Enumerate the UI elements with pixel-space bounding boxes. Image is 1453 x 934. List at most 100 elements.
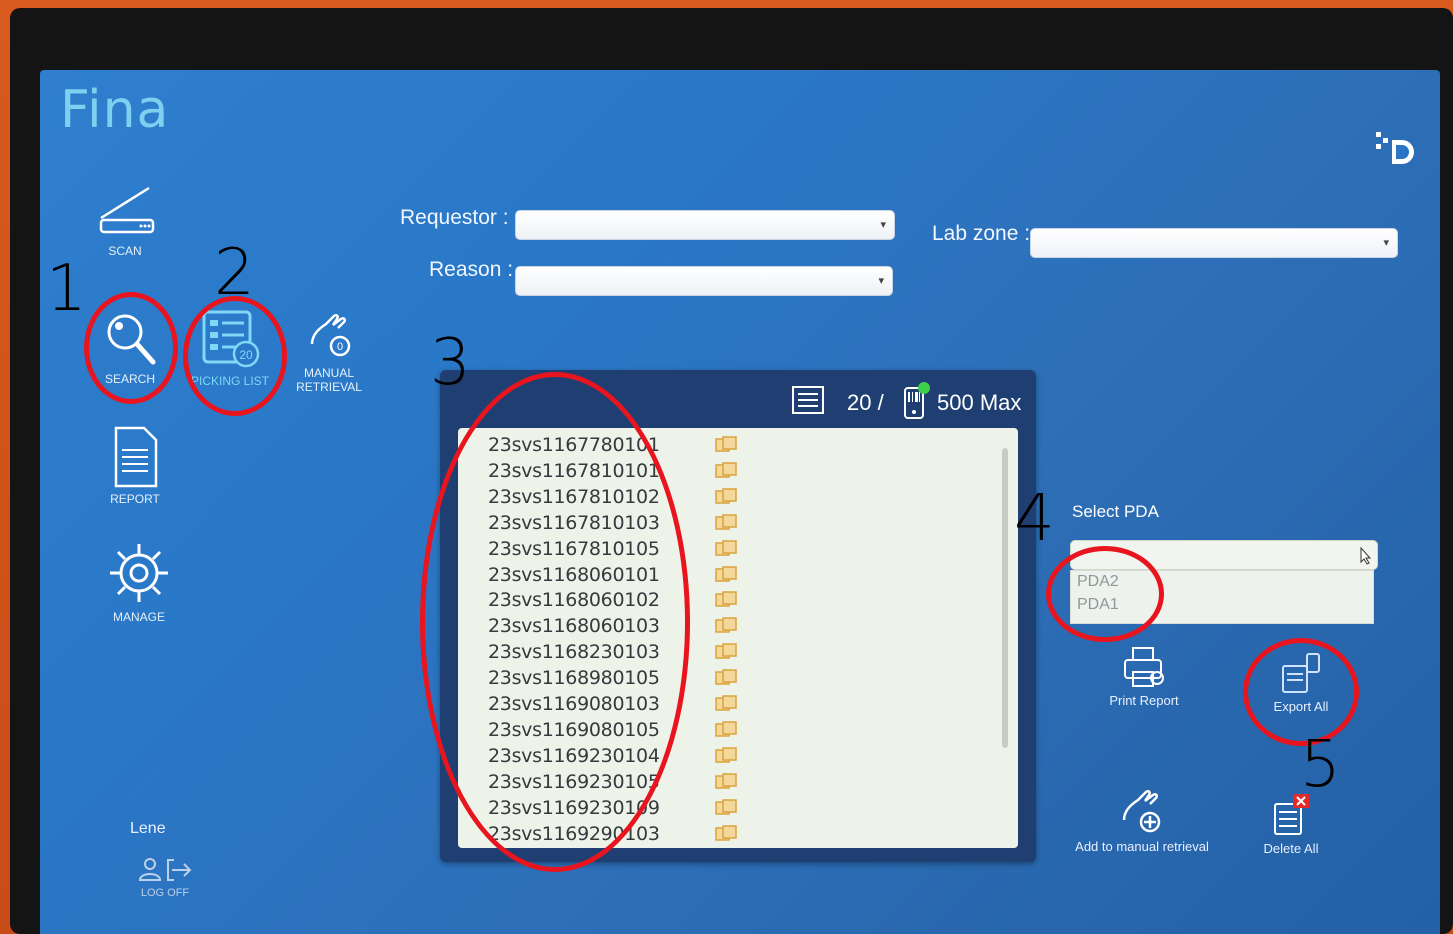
barcode-scanner-icon [904, 382, 930, 419]
max-count: 500 Max [937, 390, 1022, 415]
labzone-select[interactable]: ▾ [1030, 228, 1398, 258]
list-item[interactable]: 23svs1168230103 [458, 639, 1018, 665]
sample-code: 23svs1167810101 [488, 459, 660, 482]
nav-search-label: SEARCH [104, 372, 155, 386]
sample-code: 23svs1169080103 [488, 693, 660, 715]
sample-list[interactable]: 23svs1167780101 23svs1167810101 23svs11678… [458, 428, 1018, 848]
copy-icon[interactable] [714, 565, 738, 585]
list-item[interactable]: 23svs1167810105 [458, 536, 1018, 562]
requestor-label: Requestor : [400, 206, 509, 229]
magnifier-icon [107, 314, 156, 365]
sample-code: 23svs1169230105 [488, 770, 660, 793]
user-name: Lene [130, 820, 166, 837]
copy-icon[interactable] [714, 668, 738, 688]
labzone-label: Lab zone : [932, 222, 1031, 245]
sample-code: 23svs1168060101 [488, 563, 660, 586]
copy-icon[interactable] [714, 461, 738, 481]
add-manual-retrieval-button[interactable]: Add to manual retrieval [1070, 789, 1214, 854]
list-scrollbar[interactable] [1002, 448, 1008, 748]
nav-picking-list-label: PICKING LIST [190, 374, 270, 388]
nav-report[interactable]: REPORT [90, 426, 180, 506]
list-view-icon[interactable] [792, 386, 824, 414]
sample-code: 23svs1169230109 [488, 796, 660, 819]
nav-scan[interactable]: SCAN [80, 184, 170, 258]
pda-option[interactable]: PDA1 [1077, 596, 1119, 614]
delete-all-button[interactable]: Delete All [1250, 792, 1332, 856]
nav-manual-retrieval[interactable]: 0 MANUAL RETRIEVAL [284, 310, 374, 394]
pda-select[interactable] [1070, 540, 1378, 570]
copy-icon[interactable] [714, 772, 738, 792]
list-item[interactable]: 23svs1169230104 [458, 743, 1018, 769]
sample-code: 23svs1168060103 [488, 615, 660, 638]
copy-icon[interactable] [714, 746, 738, 766]
picking-list-icon: 20 [202, 310, 260, 368]
printer-icon [1124, 647, 1164, 687]
nav-scan-label: SCAN [108, 244, 142, 258]
list-item[interactable]: 23svs1169290103 [458, 821, 1018, 847]
select-pda-label: Select PDA [1072, 502, 1159, 521]
export-all-button[interactable]: Export All [1255, 650, 1347, 714]
list-item[interactable]: 23svs1167810101 [458, 458, 1018, 484]
list-item[interactable]: 23svs1168060102 [458, 587, 1018, 613]
reason-label: Reason : [429, 258, 514, 281]
list-item[interactable]: 23svs1167810103 [458, 510, 1018, 536]
reason-select[interactable]: ▾ [515, 266, 893, 296]
item-count: 20 / [847, 390, 884, 415]
list-item[interactable]: 23svs1169230109 [458, 795, 1018, 821]
nav-manage[interactable]: MANAGE [94, 540, 184, 624]
report-document-icon [114, 426, 158, 488]
list-item[interactable]: 23svs1168060101 [458, 562, 1018, 588]
nav-manual-retrieval-label-1: MANUAL [303, 366, 354, 380]
user-logoff-icon [138, 858, 192, 881]
logoff-label: LOG OFF [140, 887, 190, 899]
sample-code: 23svs1167810105 [488, 537, 660, 560]
picking-badge: 20 [239, 348, 253, 362]
copy-icon[interactable] [714, 798, 738, 818]
copy-icon[interactable] [714, 590, 738, 610]
gear-icon [110, 544, 168, 602]
scanner-icon [99, 186, 155, 234]
list-item[interactable]: 23svs1168060103 [458, 613, 1018, 639]
pda-option[interactable]: PDA2 [1077, 573, 1119, 591]
copy-icon[interactable] [714, 616, 738, 636]
delete-all-label: Delete All [1263, 841, 1319, 856]
list-item[interactable]: 23svs1167780101 [458, 432, 1018, 458]
mouse-cursor-icon [1360, 547, 1372, 565]
print-report-button[interactable]: Print Report [1094, 646, 1194, 708]
copy-icon[interactable] [714, 539, 738, 559]
picking-list-panel: 20 / 500 Max 23svs1167780101 23svs1167810… [440, 370, 1036, 862]
sample-code: 23svs1168980105 [488, 667, 660, 690]
list-item[interactable]: 23svs1167810102 [458, 484, 1018, 510]
copy-icon[interactable] [714, 824, 738, 844]
sample-code: 23svs1167810102 [488, 485, 660, 508]
nav-search[interactable]: SEARCH [85, 308, 175, 386]
list-item[interactable]: 23svs1168980105 [458, 665, 1018, 691]
manual-retrieval-icon: 0 [310, 313, 351, 357]
copy-icon[interactable] [714, 513, 738, 533]
list-item[interactable]: 23svs1169230105 [458, 769, 1018, 795]
sample-code: 23svs1167810103 [488, 511, 660, 534]
sample-code: 23svs1169080105 [488, 718, 660, 741]
copy-icon[interactable] [714, 694, 738, 714]
hand-plus-icon [1122, 789, 1161, 833]
copy-icon[interactable] [714, 487, 738, 507]
sample-code: 23svs1169290103 [488, 822, 660, 845]
copy-icon[interactable] [714, 642, 738, 662]
export-icon [1282, 653, 1320, 693]
app-logo: Fina [60, 80, 170, 140]
nav-picking-list[interactable]: 20 PICKING LIST [185, 308, 275, 388]
list-item[interactable]: 23svs1169080103 [458, 691, 1018, 717]
logoff-button[interactable]: LOG OFF [110, 856, 220, 899]
requestor-select[interactable]: ▾ [515, 210, 895, 240]
chevron-down-icon: ▾ [1383, 237, 1389, 249]
copy-icon[interactable] [714, 720, 738, 740]
export-all-label: Export All [1273, 699, 1329, 714]
list-item[interactable]: 23svs1169080105 [458, 717, 1018, 743]
nav-report-label: REPORT [110, 492, 160, 506]
pda-options-list: PDA2 PDA1 [1070, 570, 1374, 624]
delete-icon [1274, 794, 1309, 835]
nav-manage-label: MANAGE [112, 610, 165, 624]
add-manual-retrieval-label: Add to manual retrieval [1075, 839, 1209, 854]
copy-icon[interactable] [714, 435, 738, 455]
app-screen: Fina SCAN SEARCH 20 PICKING LIST 0 MANUA… [40, 70, 1440, 934]
